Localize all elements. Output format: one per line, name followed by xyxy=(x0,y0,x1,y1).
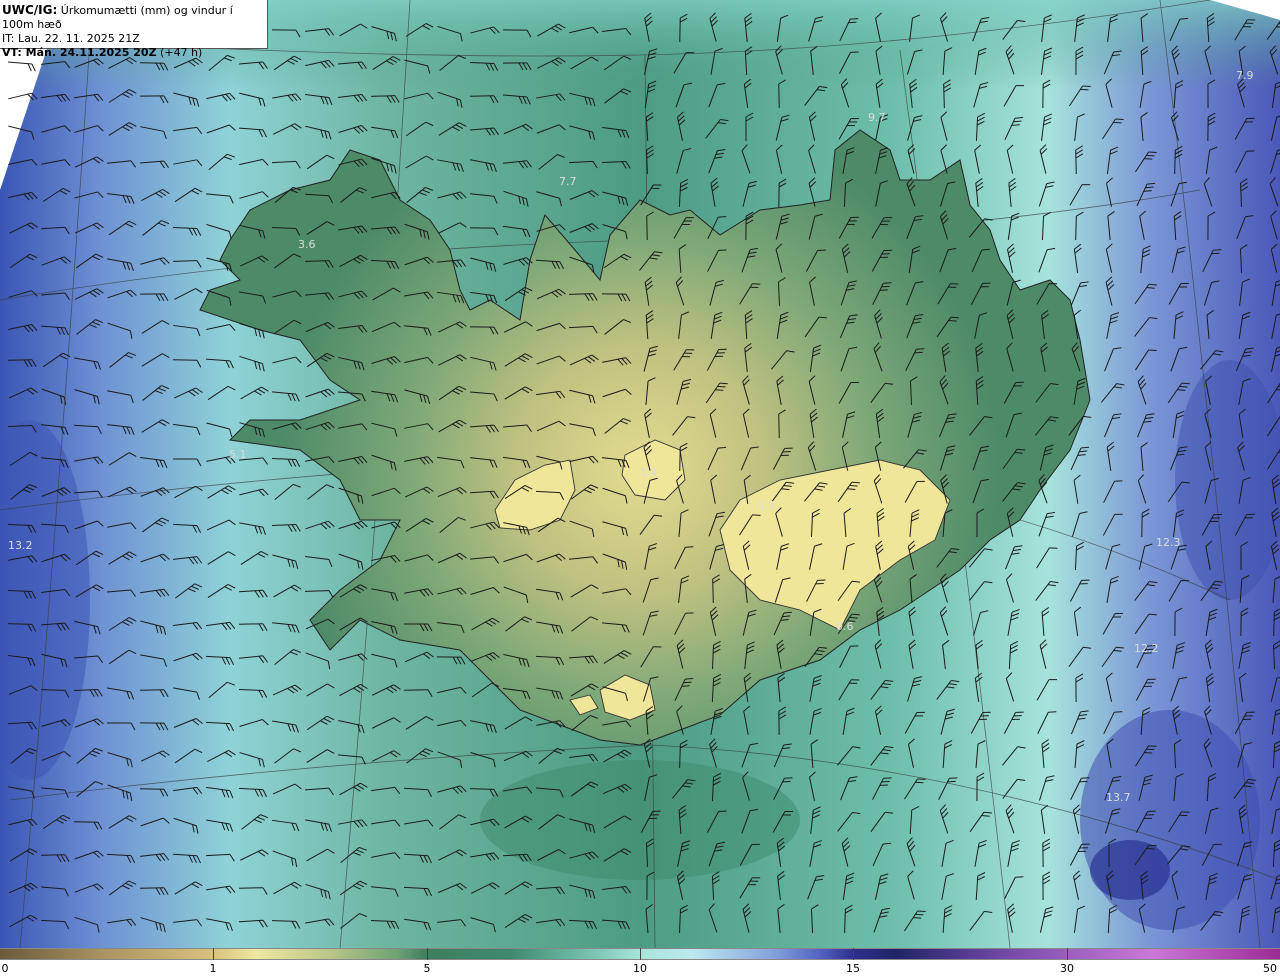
forecast-offset: (+47 h) xyxy=(156,46,203,59)
value-label: 7.9 xyxy=(1236,69,1254,82)
precip-patch xyxy=(1090,840,1170,900)
precip-patch xyxy=(480,760,800,880)
colorbar-label: 5 xyxy=(423,962,431,975)
colorbar-label: 15 xyxy=(846,962,860,975)
map-title-box: UWC/IG: Úrkomumætti (mm) og vindur í 100… xyxy=(0,0,268,59)
value-label: 7.7 xyxy=(559,175,577,188)
map-area: 7.9 9.7 7.7 3.6 5.1 13.2 1.4 1.1 0.6 12.… xyxy=(0,0,1280,948)
precip-patch xyxy=(1175,360,1280,600)
colorbar-tick xyxy=(1067,948,1068,960)
valid-time-line: VT: Mán. 24.11.2025 20Z (+47 h) xyxy=(2,46,267,60)
colorbar-label: 0 xyxy=(1,962,9,975)
colorbar: 0 1 5 10 15 30 50 xyxy=(0,948,1280,978)
value-label: 12.2 xyxy=(1134,642,1159,655)
value-label: 5.1 xyxy=(229,448,247,461)
colorbar-tick xyxy=(853,948,854,960)
model-name: UWC/IG: xyxy=(2,3,58,17)
colorbar-tick xyxy=(427,948,428,960)
value-label: 9.7 xyxy=(868,111,886,124)
valid-time: VT: Mán. 24.11.2025 20Z xyxy=(2,46,157,59)
value-label: 13.7 xyxy=(1106,791,1131,804)
value-label: 12.3 xyxy=(1156,536,1181,549)
value-label: 13.2 xyxy=(8,539,33,552)
colorbar-tick xyxy=(640,948,641,960)
precip-patch xyxy=(1080,710,1260,930)
weather-map: 7.9 9.7 7.7 3.6 5.1 13.2 1.4 1.1 0.6 12.… xyxy=(0,0,1280,948)
value-label: 0.6 xyxy=(836,620,854,633)
colorbar-label: 30 xyxy=(1060,962,1074,975)
colorbar-label: 10 xyxy=(633,962,647,975)
colorbar-tick xyxy=(213,948,214,960)
title-line: UWC/IG: Úrkomumætti (mm) og vindur í 100… xyxy=(2,3,267,32)
colorbar-label: 1 xyxy=(209,962,217,975)
colorbar-label: 50 xyxy=(1263,962,1277,975)
issue-time: IT: Lau. 22. 11. 2025 21Z xyxy=(2,32,140,45)
value-label: 3.6 xyxy=(298,238,316,251)
wind-barb-icon xyxy=(8,61,36,72)
value-label: 1.1 xyxy=(758,499,776,512)
value-label: 1.4 xyxy=(640,466,658,479)
